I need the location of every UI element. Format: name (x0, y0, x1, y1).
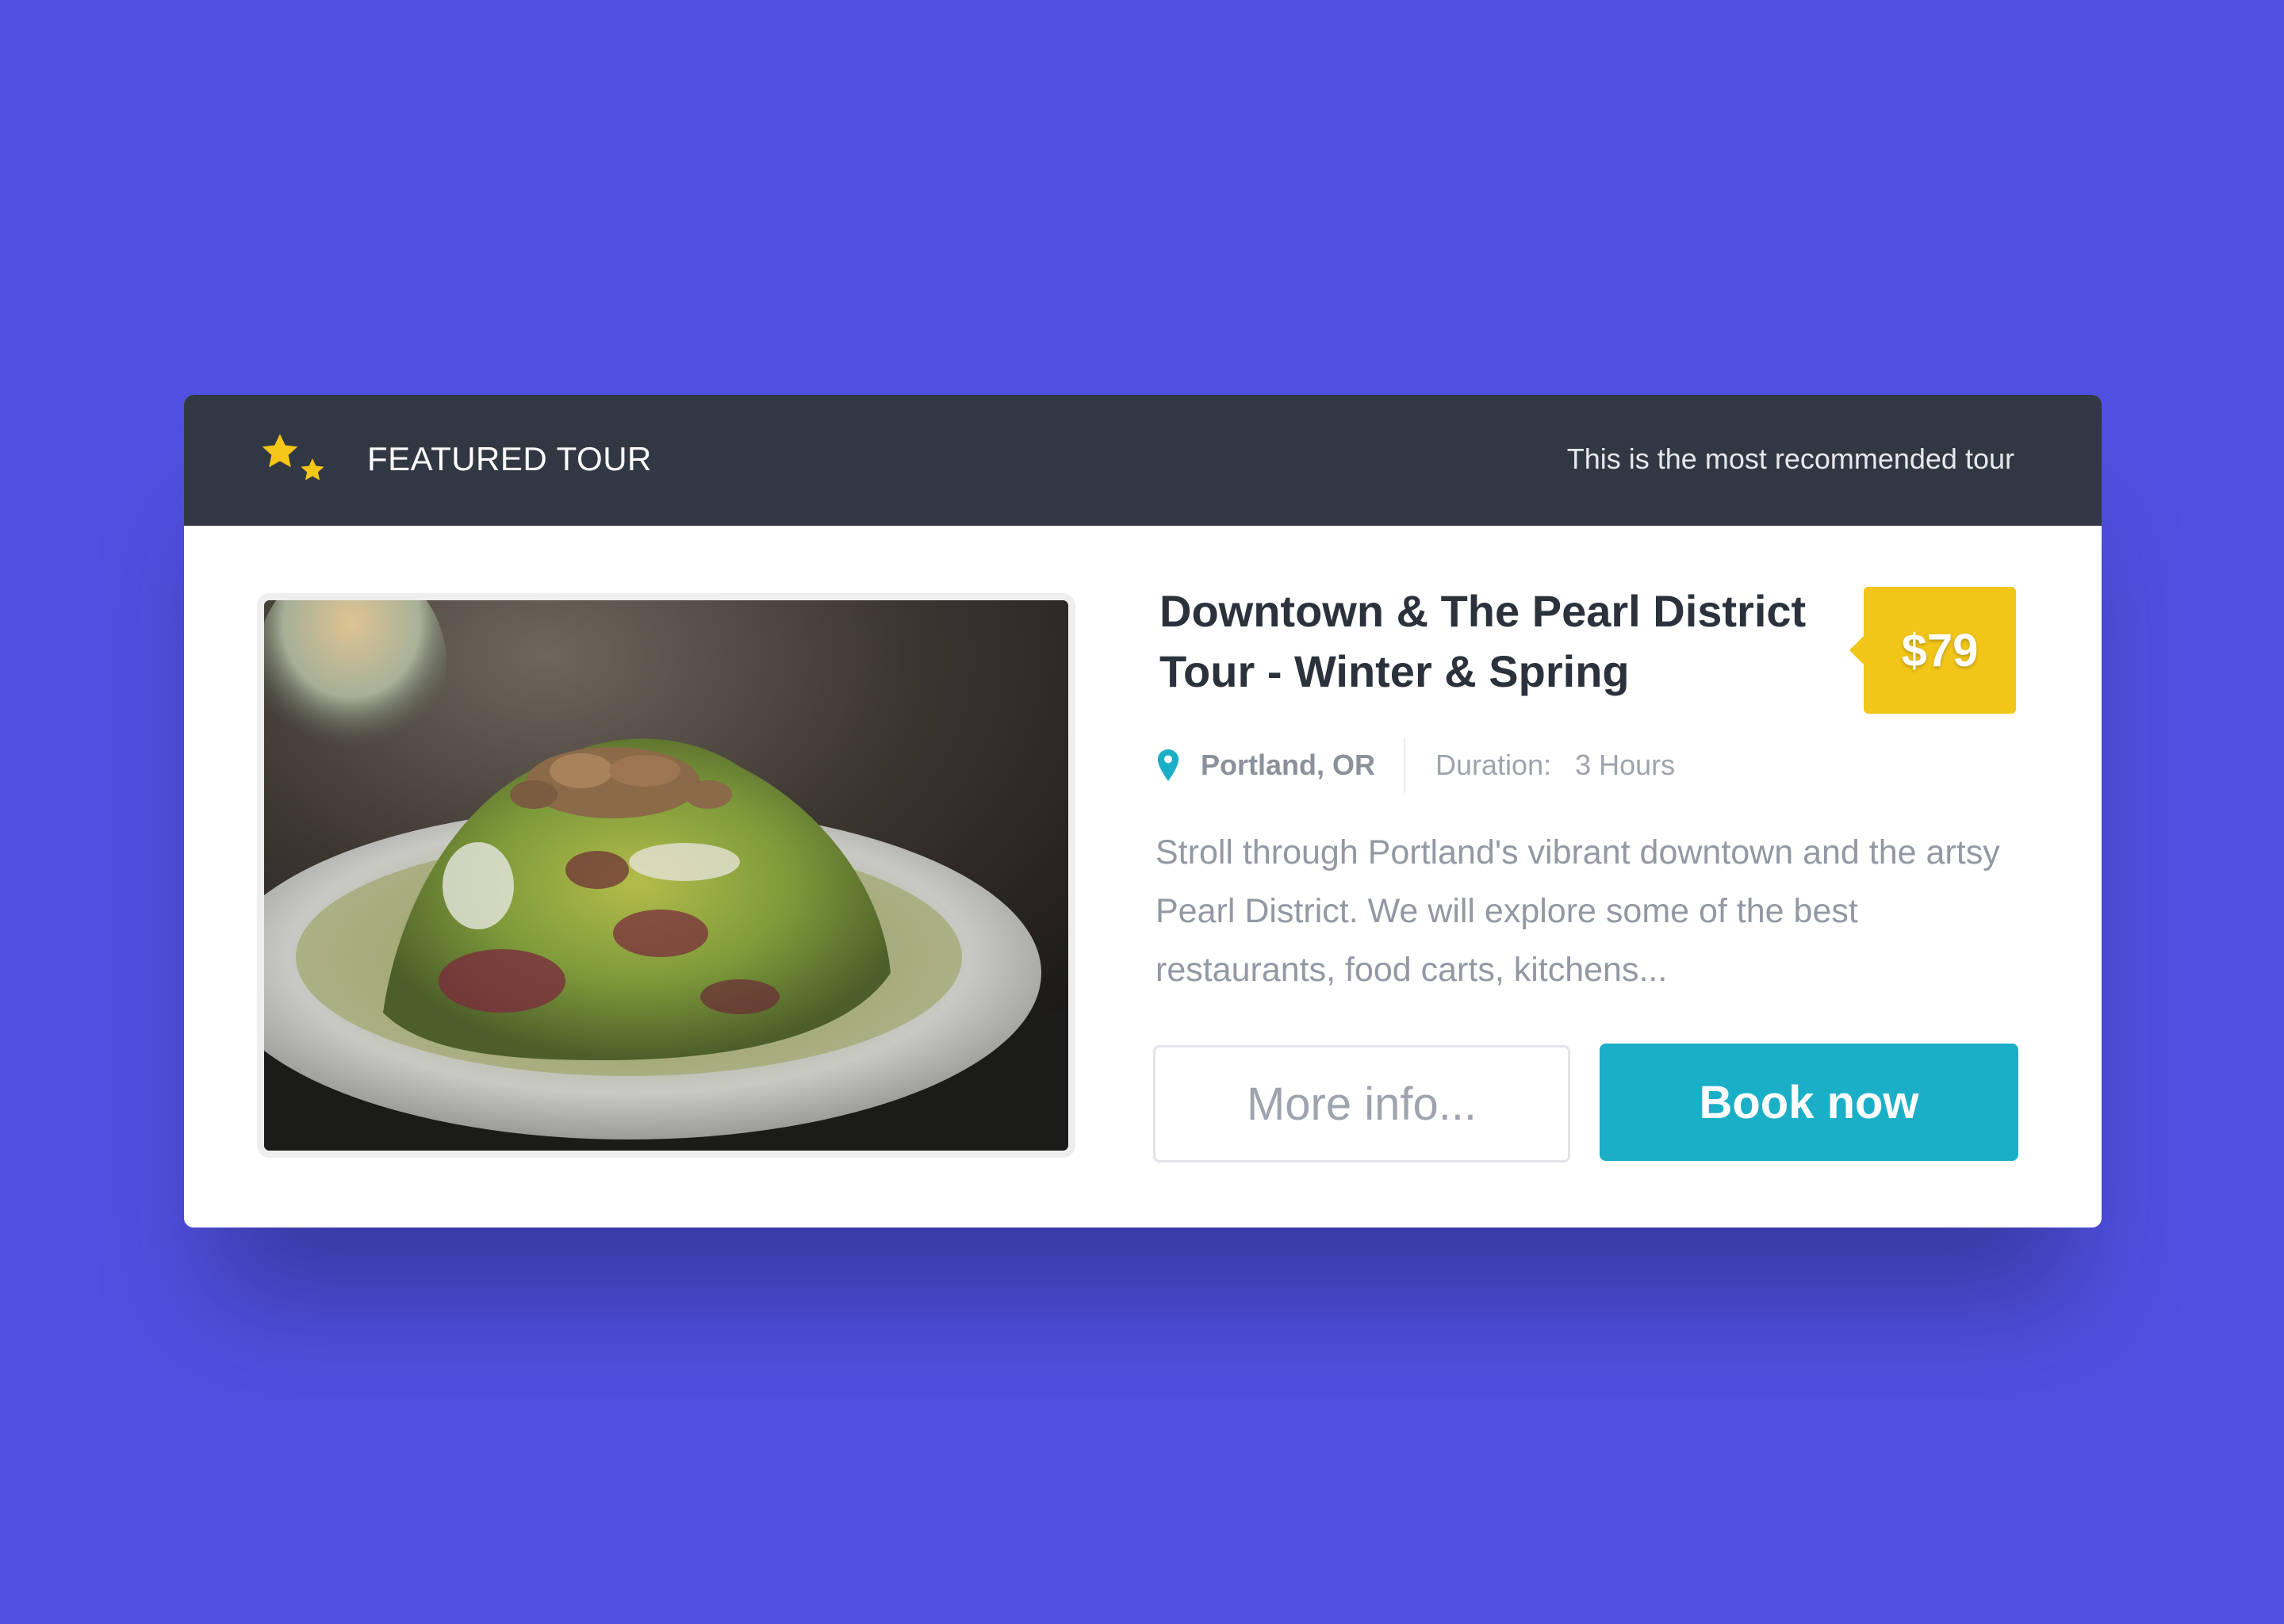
price-value: $79 (1901, 624, 1979, 676)
tour-description: Stroll through Portland's vibrant downto… (1155, 833, 2000, 989)
more-info-button[interactable]: More info... (1153, 1045, 1570, 1162)
salad-photo (264, 600, 1068, 1151)
stars-icon (259, 431, 331, 487)
tour-photo[interactable] (257, 593, 1075, 1158)
header-subtitle: This is the most recommended tour (1566, 442, 2014, 475)
location-pin-icon (1157, 749, 1179, 781)
book-now-button[interactable]: Book now (1600, 1044, 2018, 1161)
card-header: FEATURED TOUR This is the most recommend… (184, 395, 2102, 526)
header-title: FEATURED TOUR (367, 440, 652, 477)
tour-title: Downtown & The Pearl District Tour - Win… (1159, 586, 1807, 696)
price-tag: $79 (1849, 587, 2016, 714)
meta-divider (1404, 737, 1406, 793)
tour-meta: Portland, OR Duration: 3 Hours (1156, 737, 1675, 793)
duration-value: 3 Hours (1575, 749, 1676, 781)
location-text: Portland, OR (1201, 749, 1376, 781)
duration-label: Duration: (1435, 749, 1552, 781)
featured-tour-card: FEATURED TOUR This is the most recommend… (184, 395, 2102, 1228)
